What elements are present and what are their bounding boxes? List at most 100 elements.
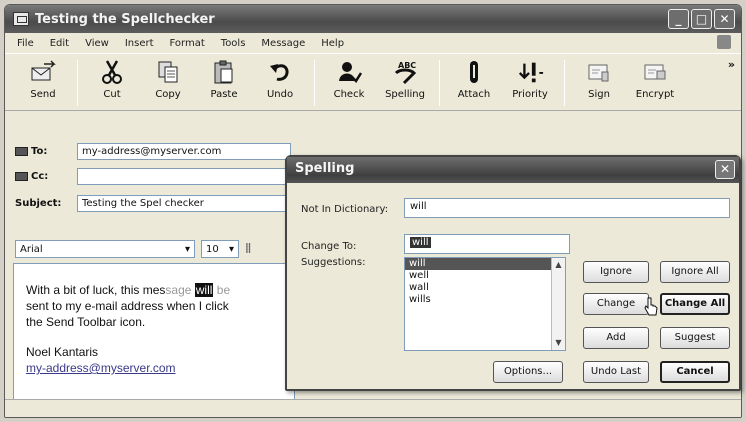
encrypt-label: Encrypt bbox=[635, 89, 675, 100]
subject-label: Subject: bbox=[15, 198, 62, 209]
not-in-dictionary-field: will bbox=[404, 198, 730, 218]
check-names-label: Check bbox=[333, 89, 365, 100]
encrypt-icon bbox=[641, 58, 669, 86]
undo-icon bbox=[266, 58, 294, 86]
to-row: To: my-address@myserver.com bbox=[15, 143, 291, 160]
add-button[interactable]: Add bbox=[583, 327, 649, 349]
close-button[interactable]: ✕ bbox=[714, 9, 735, 29]
toolbar-separator bbox=[439, 60, 440, 106]
suggestions-scrollbar[interactable]: ▲ ▼ bbox=[551, 258, 565, 350]
toolbar-separator bbox=[314, 60, 315, 106]
signature-name: Noel Kantaris bbox=[26, 345, 99, 359]
menu-help[interactable]: Help bbox=[321, 38, 344, 49]
undo-button[interactable]: Undo bbox=[252, 58, 308, 100]
send-label: Send bbox=[30, 89, 56, 100]
maximize-button[interactable]: □ bbox=[691, 9, 712, 29]
subject-row: Subject: Testing the Spel checker bbox=[15, 195, 291, 212]
body-line-2: sent to my e-mail address when I click bbox=[26, 299, 229, 313]
paragraph-style-icon[interactable]: Ⅱ bbox=[245, 242, 251, 257]
body-line-1: With a bit of luck, this message will be bbox=[26, 283, 231, 297]
spelling-button[interactable]: ABC Spelling bbox=[377, 58, 433, 100]
menu-tools[interactable]: Tools bbox=[221, 38, 246, 49]
toolbar-more-icon[interactable]: » bbox=[728, 58, 735, 71]
minimize-button[interactable]: _ bbox=[668, 9, 689, 29]
options-button[interactable]: Options... bbox=[493, 361, 563, 383]
change-to-field[interactable]: will bbox=[404, 234, 570, 254]
cc-field[interactable] bbox=[77, 168, 291, 185]
not-in-dictionary-label: Not In Dictionary: bbox=[301, 204, 389, 215]
menu-file[interactable]: File bbox=[17, 38, 34, 49]
undo-last-button[interactable]: Undo Last bbox=[583, 361, 649, 383]
suggestions-list[interactable]: will well wall wills ▲ ▼ bbox=[404, 257, 566, 351]
cc-label-button[interactable]: Cc: bbox=[15, 171, 77, 182]
ignore-button[interactable]: Ignore bbox=[583, 261, 649, 283]
cut-button[interactable]: Cut bbox=[84, 58, 140, 100]
list-item[interactable]: wills bbox=[405, 294, 565, 306]
spelling-icon: ABC bbox=[391, 58, 419, 86]
hand-cursor-icon bbox=[644, 297, 658, 316]
change-button[interactable]: Change bbox=[583, 293, 649, 315]
body-line-3: the Send Toolbar icon. bbox=[26, 315, 146, 329]
sign-icon bbox=[585, 58, 613, 86]
scroll-up-icon[interactable]: ▲ bbox=[552, 258, 565, 272]
size-value: 10 bbox=[206, 243, 219, 255]
menu-message[interactable]: Message bbox=[261, 38, 305, 49]
change-all-button[interactable]: Change All bbox=[660, 293, 730, 315]
copy-button[interactable]: Copy bbox=[140, 58, 196, 100]
toolbar: Send Cut Copy Paste Undo Check ABC Spell… bbox=[5, 53, 741, 111]
address-book-icon bbox=[15, 147, 28, 156]
attach-button[interactable]: Attach bbox=[446, 58, 502, 100]
spelling-label: Spelling bbox=[385, 89, 425, 100]
to-field[interactable]: my-address@myserver.com bbox=[77, 143, 291, 160]
size-select[interactable]: 10 ▾ bbox=[201, 240, 239, 258]
cancel-button[interactable]: Cancel bbox=[660, 361, 730, 383]
misspelled-word: will bbox=[194, 283, 214, 297]
message-icon bbox=[13, 12, 29, 26]
send-icon bbox=[29, 58, 57, 86]
menu-view[interactable]: View bbox=[85, 38, 109, 49]
scroll-down-icon[interactable]: ▼ bbox=[552, 336, 565, 350]
sign-label: Sign bbox=[588, 89, 610, 100]
send-button[interactable]: Send bbox=[15, 58, 71, 100]
toolbar-separator bbox=[564, 60, 565, 106]
chevron-down-icon: ▾ bbox=[184, 243, 190, 255]
list-item[interactable]: wall bbox=[405, 282, 565, 294]
ignore-all-button[interactable]: Ignore All bbox=[660, 261, 730, 283]
paperclip-icon bbox=[460, 58, 488, 86]
list-item[interactable]: well bbox=[405, 270, 565, 282]
undo-label: Undo bbox=[266, 89, 294, 100]
message-body[interactable]: With a bit of luck, this message will be… bbox=[13, 263, 295, 403]
change-to-label: Change To: bbox=[301, 241, 357, 252]
font-value: Arial bbox=[20, 243, 43, 255]
menu-insert[interactable]: Insert bbox=[125, 38, 154, 49]
check-names-button[interactable]: Check bbox=[321, 58, 377, 100]
format-bar: Arial ▾ 10 ▾ Ⅱ bbox=[15, 238, 291, 260]
status-bar bbox=[5, 399, 741, 417]
toolbar-separator bbox=[77, 60, 78, 106]
suggestions-label: Suggestions: bbox=[301, 257, 366, 268]
subject-field[interactable]: Testing the Spel checker bbox=[77, 195, 291, 212]
priority-button[interactable]: Priority bbox=[502, 58, 558, 100]
dialog-close-button[interactable]: ✕ bbox=[715, 160, 735, 179]
dialog-title: Spelling bbox=[295, 161, 355, 176]
paste-label: Paste bbox=[210, 89, 238, 100]
spelling-dialog: Spelling ✕ Not In Dictionary: will Chang… bbox=[285, 155, 741, 391]
menu-edit[interactable]: Edit bbox=[50, 38, 69, 49]
signature-email-link[interactable]: my-address@myserver.com bbox=[26, 360, 282, 376]
title-bar: Testing the Spellchecker _ □ ✕ bbox=[5, 5, 741, 33]
menu-format[interactable]: Format bbox=[170, 38, 205, 49]
window-title: Testing the Spellchecker bbox=[35, 11, 215, 27]
attach-label: Attach bbox=[457, 89, 491, 100]
font-select[interactable]: Arial ▾ bbox=[15, 240, 195, 258]
copy-label: Copy bbox=[155, 89, 181, 100]
menu-bar: File Edit View Insert Format Tools Messa… bbox=[5, 33, 741, 53]
copy-icon bbox=[154, 58, 182, 86]
list-item[interactable]: will bbox=[405, 258, 565, 270]
sign-button[interactable]: Sign bbox=[571, 58, 627, 100]
windows-flag-icon bbox=[717, 35, 731, 49]
paste-button[interactable]: Paste bbox=[196, 58, 252, 100]
to-label-button[interactable]: To: bbox=[15, 146, 77, 157]
suggest-button[interactable]: Suggest bbox=[660, 327, 730, 349]
cut-label: Cut bbox=[103, 89, 121, 100]
encrypt-button[interactable]: Encrypt bbox=[627, 58, 683, 100]
